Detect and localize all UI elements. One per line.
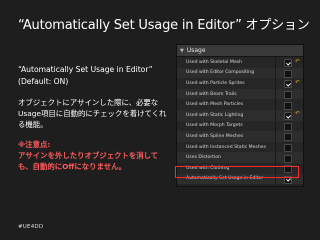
column-divider[interactable]	[275, 88, 276, 100]
usage-checkbox[interactable]	[284, 144, 292, 153]
usage-category-header[interactable]: ▼ Usage	[177, 45, 303, 57]
usage-checkbox[interactable]	[284, 80, 292, 89]
usage-row: Used with Morph Targets	[177, 120, 303, 132]
usage-checkbox[interactable]	[284, 112, 292, 121]
reset-arrow-icon[interactable]: ↶	[295, 80, 300, 87]
usage-checkbox[interactable]	[284, 175, 292, 184]
caret-down-icon[interactable]: ▼	[180, 48, 184, 54]
caution-note: ※注意点: アサインを外したりオブジェクトを消しても、自動的にOffになりません…	[18, 139, 170, 172]
column-divider[interactable]	[275, 78, 276, 89]
usage-row-label: Used with Morph Targets	[186, 123, 243, 129]
option-name: “Automatically Set Usage in Editor”	[18, 65, 153, 74]
footer-hashtag: #UE4DD	[18, 224, 44, 230]
option-default: (Default: ON)	[18, 77, 69, 86]
usage-details-panel: ▼ Usage Used with Skeletal Mesh ↶ Used wit…	[176, 44, 304, 187]
usage-row-label: Used with Clothing	[186, 165, 230, 171]
caution-body: アサインを外したりオブジェクトを消しても、自動的にOffになりません。	[18, 151, 159, 171]
usage-row: Used with Mesh Particles	[177, 99, 303, 110]
usage-checkbox[interactable]	[284, 101, 292, 110]
usage-checkbox[interactable]	[284, 154, 292, 163]
option-description: オブジェクトにアサインした際に、必要なUsage項目に自動的にチェックを着けてく…	[18, 98, 167, 129]
slide-title: “Automatically Set Usage in Editor” オプショ…	[18, 18, 310, 33]
column-divider[interactable]	[275, 57, 276, 68]
usage-row: Used with Spline Meshes	[177, 131, 303, 142]
column-divider[interactable]	[275, 141, 276, 153]
column-divider[interactable]	[275, 173, 276, 185]
usage-row: Used with Skeletal Mesh ↶	[177, 57, 303, 68]
usage-row-label: Used with Spline Meshes	[186, 133, 244, 139]
usage-row-label: Used with Skeletal Mesh	[186, 59, 242, 65]
usage-row: Used with Beam Trails	[177, 88, 303, 100]
usage-checkbox[interactable]	[284, 69, 292, 78]
column-divider[interactable]	[275, 152, 276, 163]
reset-arrow-icon[interactable]: ↶	[295, 111, 300, 118]
usage-checkbox[interactable]	[284, 133, 292, 142]
column-divider[interactable]	[275, 99, 276, 110]
usage-row: Used with Editor Compositing	[177, 67, 303, 79]
usage-row-label: Used with Instanced Static Meshes	[186, 144, 266, 150]
usage-row-label: Used with Mesh Particles	[186, 102, 244, 108]
usage-row-label: Used with Editor Compositing	[186, 70, 255, 76]
usage-row-label: Used with Static Lighting	[186, 112, 244, 118]
usage-row: Used with Static Lighting ↶	[177, 109, 303, 121]
usage-row-label: Uses Distortion	[186, 155, 221, 161]
usage-row: Used with Particle Sprites ↶	[177, 78, 303, 89]
column-divider[interactable]	[275, 67, 276, 79]
usage-row-label: Used with Particle Sprites	[186, 80, 245, 86]
description-panel: “Automatically Set Usage in Editor” (Def…	[18, 64, 170, 172]
reset-arrow-icon[interactable]: ↶	[295, 59, 300, 66]
usage-checkbox[interactable]	[284, 59, 292, 68]
usage-checkbox[interactable]	[284, 91, 292, 100]
usage-checkbox[interactable]	[284, 165, 292, 174]
usage-category-label: Usage	[186, 47, 206, 54]
usage-row: Automatically Set Usage in Editor	[177, 173, 303, 185]
caution-title: ※注意点:	[18, 140, 51, 149]
usage-checkbox[interactable]	[284, 122, 292, 131]
usage-row: Uses Distortion	[177, 152, 303, 163]
usage-row: Used with Clothing	[177, 162, 303, 174]
column-divider[interactable]	[275, 131, 276, 142]
column-divider[interactable]	[275, 120, 276, 132]
usage-property-list: Used with Skeletal Mesh ↶ Used with Editor…	[177, 57, 303, 185]
usage-row-label: Used with Beam Trails	[186, 91, 237, 97]
usage-row: Used with Instanced Static Meshes	[177, 141, 303, 153]
column-divider[interactable]	[275, 162, 276, 174]
column-divider[interactable]	[275, 109, 276, 121]
usage-row-label: Automatically Set Usage in Editor	[186, 176, 264, 182]
